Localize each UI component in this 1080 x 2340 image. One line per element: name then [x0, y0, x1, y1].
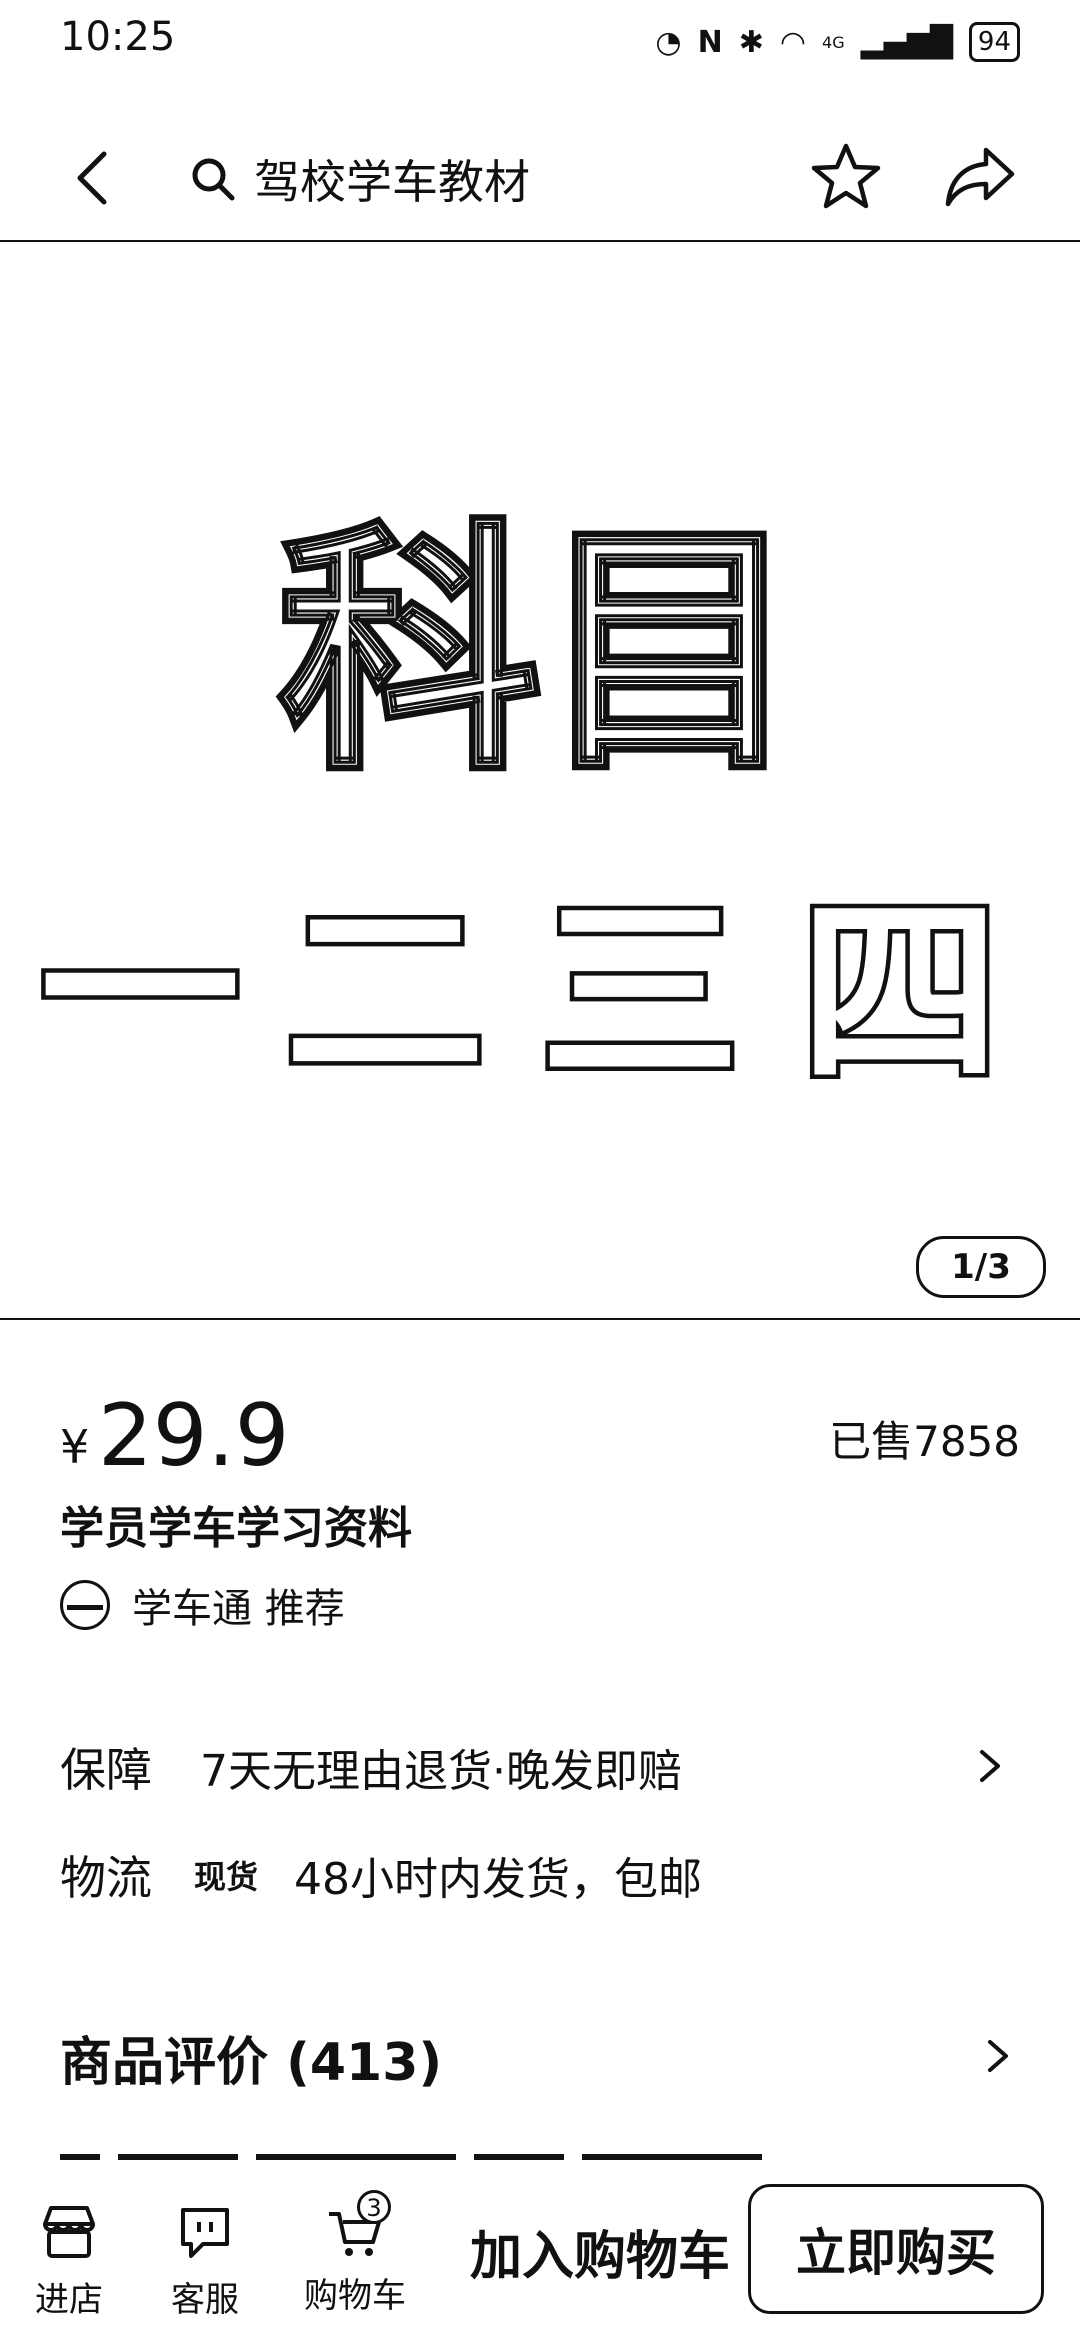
- sold-count: 已售7858: [829, 1417, 1020, 1466]
- favorite-button[interactable]: [810, 140, 882, 212]
- status-bar: 10:25 ◔ N ✱ ◠ 4G ▂▄▆█ 94: [0, 0, 1080, 84]
- service-label: 客服: [171, 2280, 239, 2320]
- share-icon: [945, 147, 1015, 207]
- reviews-chevron-right-icon[interactable]: [978, 2036, 1018, 2076]
- chevron-right-icon: [980, 1750, 1000, 1782]
- logistics-label: 物流: [60, 1851, 152, 1905]
- search-icon: [192, 158, 235, 201]
- logistics-text: 48小时内发货，包邮: [294, 1854, 703, 1905]
- review-tags-peek: [60, 2144, 1020, 2160]
- product-image-gallery[interactable]: 科目 科目 一 二 三 四 1/3: [0, 242, 1080, 1320]
- gallery-heading-inner-outline: 科目: [280, 502, 800, 804]
- store-button[interactable]: 进店: [14, 2200, 124, 2321]
- top-nav: 驾校学车教材: [0, 120, 1080, 242]
- guarantee-text: 7天无理由退货·晚发即赔: [200, 1746, 682, 1797]
- cart-icon-wrap: 3: [323, 2190, 391, 2264]
- recommend-text: 学车通 推荐: [132, 1586, 345, 1632]
- stock-tag: 现货: [194, 1858, 259, 1896]
- product-title: 学员学车学习资料: [60, 1503, 412, 1554]
- product-price: 29.9: [98, 1386, 290, 1486]
- gallery-subject-1: 一: [40, 877, 240, 1110]
- gallery-subject-3: 三: [540, 877, 740, 1110]
- status-icons: ◔ N ✱ ◠ 4G ▂▄▆█ 94: [655, 22, 1020, 62]
- currency-symbol: ¥: [60, 1420, 90, 1474]
- bluetooth-icon: ✱: [738, 24, 764, 60]
- status-time: 10:25: [60, 14, 176, 60]
- guarantee-row[interactable]: 保障 7天无理由退货·晚发即赔: [60, 1732, 1020, 1802]
- price-row: ¥ 29.9 已售7858: [60, 1386, 1020, 1486]
- search-bar[interactable]: 驾校学车教材: [190, 144, 530, 214]
- store-icon: [43, 2206, 95, 2258]
- back-button[interactable]: [62, 148, 122, 208]
- gallery-subject-2: 二: [285, 877, 485, 1110]
- shop-avatar: [60, 1580, 110, 1630]
- star-icon: [811, 143, 881, 209]
- cart-label: 购物车: [304, 2276, 406, 2316]
- cart-count-badge: 3: [357, 2190, 391, 2224]
- network-type: 4G: [822, 32, 845, 52]
- service-button[interactable]: 客服: [150, 2200, 260, 2321]
- battery-indicator: 94: [968, 22, 1020, 62]
- recommend-row[interactable]: 学车通 推荐: [60, 1576, 345, 1634]
- product-image: 科目 科目 一 二 三 四: [35, 497, 1004, 1115]
- add-to-cart-button[interactable]: 加入购物车: [470, 2214, 730, 2289]
- speed-icon: ◔: [655, 24, 682, 60]
- buy-now-button[interactable]: 立即购买: [748, 2184, 1044, 2314]
- logistics-row: 物流 现货 48小时内发货，包邮: [60, 1840, 1020, 1910]
- nfc-icon: N: [697, 24, 723, 60]
- share-button[interactable]: [942, 140, 1018, 212]
- signal-icon: ▂▄▆█: [860, 24, 953, 60]
- cart-button[interactable]: 3 购物车: [300, 2190, 410, 2317]
- gallery-subject-4: 四: [800, 877, 1000, 1110]
- search-query: 驾校学车教材: [254, 155, 530, 209]
- back-arrow-icon: [77, 151, 107, 205]
- chat-icon: [181, 2208, 229, 2258]
- reviews-title[interactable]: 商品评价 (413): [60, 2020, 442, 2095]
- guarantee-label: 保障: [60, 1743, 152, 1797]
- wifi-icon: ◠: [779, 24, 807, 60]
- page-indicator: 1/3: [916, 1236, 1046, 1298]
- store-label: 进店: [35, 2280, 103, 2320]
